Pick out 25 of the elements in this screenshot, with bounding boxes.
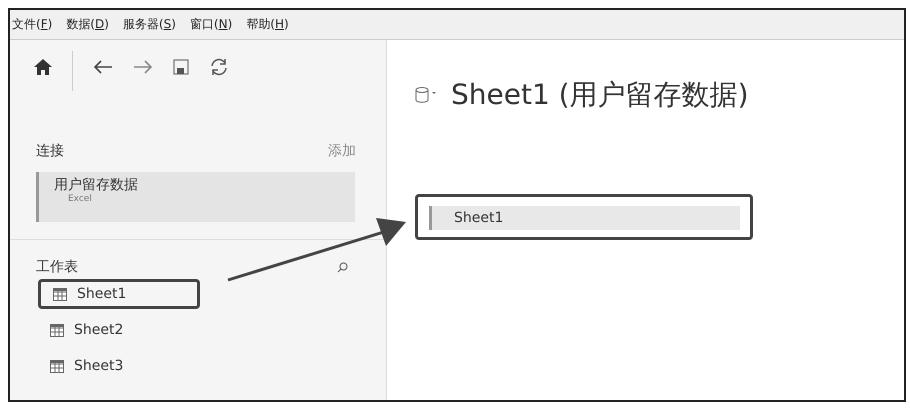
table-item[interactable]: Sheet1 xyxy=(429,206,740,230)
table-icon xyxy=(50,360,64,372)
connection-name: 用户留存数据 xyxy=(54,176,139,194)
connection-item[interactable]: 用户留存数据 Excel xyxy=(36,172,355,222)
database-icon[interactable] xyxy=(415,86,437,104)
home-icon[interactable] xyxy=(34,59,52,75)
back-arrow-icon[interactable] xyxy=(93,59,113,75)
section-title: 工作表 xyxy=(36,258,78,276)
menu-item[interactable]: 数据(D) xyxy=(66,16,109,33)
menu-item[interactable]: 窗口(N) xyxy=(190,16,232,33)
table-icon xyxy=(53,288,67,300)
sheet-item[interactable]: Sheet1 xyxy=(38,279,200,309)
section-title: 连接 xyxy=(36,142,64,160)
connection-type: Excel xyxy=(68,194,93,204)
save-icon[interactable] xyxy=(173,59,189,75)
sheet-item[interactable]: Sheet3 xyxy=(42,351,204,381)
search-icon[interactable] xyxy=(337,262,348,272)
page-title: Sheet1 (用户留存数据) xyxy=(451,77,749,113)
menu-item[interactable]: 文件(F) xyxy=(12,16,52,33)
sheet-item[interactable]: Sheet2 xyxy=(42,315,204,345)
table-icon xyxy=(50,324,64,336)
menu-item[interactable]: 帮助(H) xyxy=(246,16,289,33)
refresh-icon[interactable] xyxy=(209,57,229,77)
forward-arrow-icon[interactable] xyxy=(133,59,153,75)
menu-item[interactable]: 服务器(S) xyxy=(122,16,176,33)
